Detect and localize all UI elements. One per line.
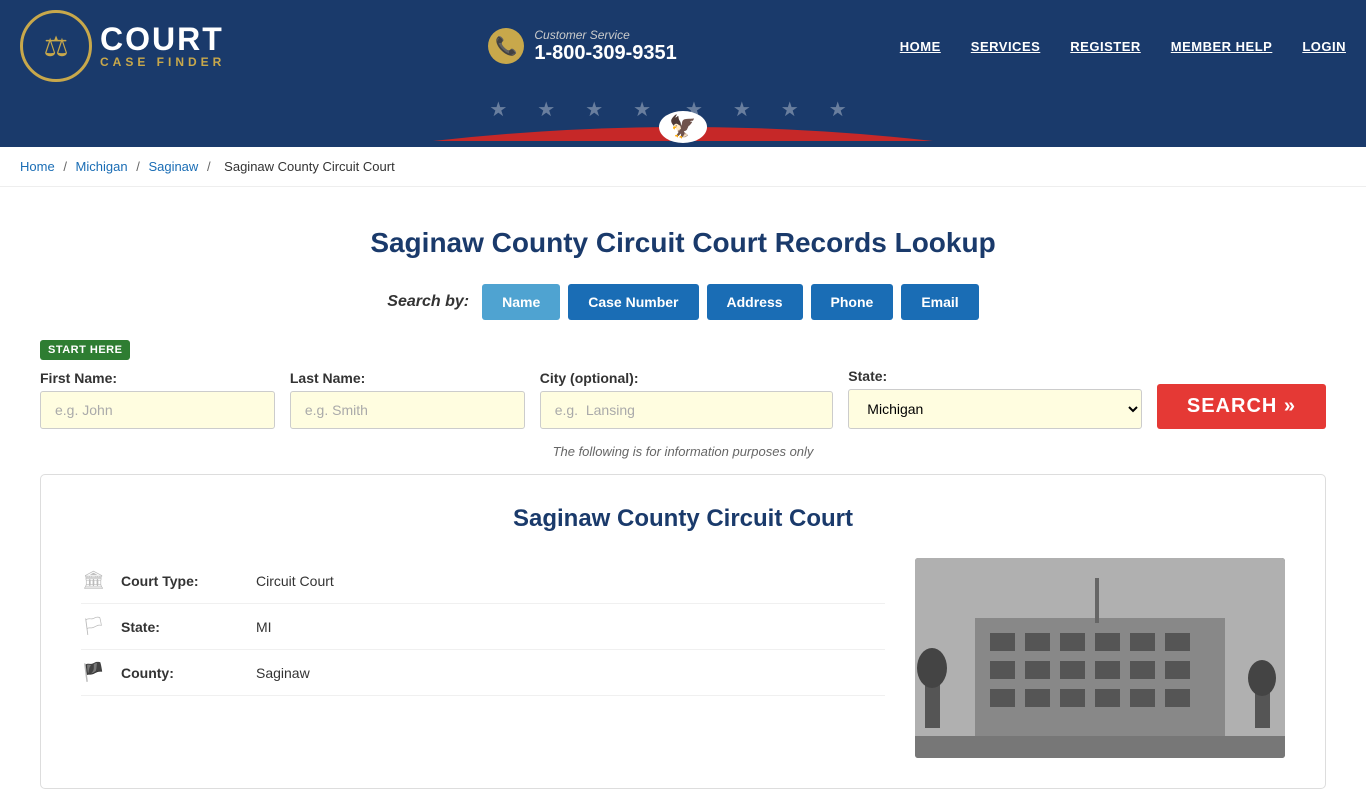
- tab-address[interactable]: Address: [707, 284, 803, 320]
- nav-member-help[interactable]: MEMBER HELP: [1171, 39, 1273, 54]
- city-group: City (optional):: [540, 370, 834, 429]
- main-nav: HOME SERVICES REGISTER MEMBER HELP LOGIN: [900, 39, 1346, 54]
- logo-subtitle-label: CASE FINDER: [100, 55, 225, 69]
- customer-service-text: Customer Service 1-800-309-9351: [534, 28, 676, 65]
- nav-login[interactable]: LOGIN: [1302, 39, 1346, 54]
- nav-register[interactable]: REGISTER: [1070, 39, 1140, 54]
- city-label: City (optional):: [540, 370, 834, 386]
- court-county-label: County:: [121, 665, 241, 681]
- court-county-value: Saginaw: [256, 665, 310, 681]
- breadcrumb: Home / Michigan / Saginaw / Saginaw Coun…: [0, 147, 1366, 187]
- eagle-icon: 🦅: [659, 111, 707, 143]
- tab-case-number[interactable]: Case Number: [568, 284, 698, 320]
- court-card: Saginaw County Circuit Court 🏛 Court Typ…: [40, 474, 1326, 789]
- tab-name[interactable]: Name: [482, 284, 560, 320]
- last-name-input[interactable]: [290, 391, 525, 429]
- first-name-input[interactable]: [40, 391, 275, 429]
- state-select[interactable]: Michigan Alabama Alaska Arizona Californ…: [848, 389, 1142, 429]
- customer-service-label: Customer Service: [534, 28, 676, 42]
- form-area: START HERE First Name: Last Name: City (…: [40, 340, 1326, 429]
- search-by-label: Search by:: [387, 293, 469, 311]
- court-details: 🏛 Court Type: Circuit Court 🏳 State: MI …: [81, 558, 885, 758]
- court-image-placeholder: [915, 558, 1285, 758]
- search-by-row: Search by: Name Case Number Address Phon…: [40, 284, 1326, 320]
- court-state-icon: 🏳: [81, 616, 106, 637]
- nav-services[interactable]: SERVICES: [971, 39, 1041, 54]
- tab-phone[interactable]: Phone: [811, 284, 894, 320]
- logo-court-label: COURT: [100, 23, 225, 55]
- breadcrumb-state[interactable]: Michigan: [76, 159, 128, 174]
- nav-home[interactable]: HOME: [900, 39, 941, 54]
- logo-area: COURT CASE FINDER: [20, 10, 225, 82]
- start-here-badge: START HERE: [40, 340, 130, 360]
- page-title: Saginaw County Circuit Court Records Loo…: [40, 227, 1326, 259]
- search-button[interactable]: SEARCH »: [1157, 384, 1326, 429]
- main-content: Saginaw County Circuit Court Records Loo…: [0, 187, 1366, 809]
- logo-text: COURT CASE FINDER: [100, 23, 225, 69]
- customer-service-phone: 1-800-309-9351: [534, 42, 676, 65]
- breadcrumb-home[interactable]: Home: [20, 159, 55, 174]
- court-detail-type: 🏛 Court Type: Circuit Court: [81, 558, 885, 604]
- state-label: State:: [848, 368, 1142, 384]
- phone-icon: 📞: [488, 28, 524, 64]
- last-name-label: Last Name:: [290, 370, 525, 386]
- court-type-value: Circuit Court: [256, 573, 334, 589]
- info-note: The following is for information purpose…: [40, 444, 1326, 459]
- logo-emblem: [20, 10, 92, 82]
- breadcrumb-sep-2: /: [136, 159, 143, 174]
- first-name-label: First Name:: [40, 370, 275, 386]
- court-detail-county: 🏴 County: Saginaw: [81, 650, 885, 696]
- court-state-label: State:: [121, 619, 241, 635]
- customer-service: 📞 Customer Service 1-800-309-9351: [488, 28, 676, 65]
- state-group: State: Michigan Alabama Alaska Arizona C…: [848, 368, 1142, 429]
- court-type-icon: 🏛: [81, 570, 106, 591]
- court-detail-state: 🏳 State: MI: [81, 604, 885, 650]
- court-type-label: Court Type:: [121, 573, 241, 589]
- form-row: First Name: Last Name: City (optional): …: [40, 368, 1326, 429]
- court-card-title: Saginaw County Circuit Court: [81, 505, 1285, 533]
- header: COURT CASE FINDER 📞 Customer Service 1-8…: [0, 0, 1366, 147]
- breadcrumb-sep-1: /: [63, 159, 70, 174]
- breadcrumb-current: Saginaw County Circuit Court: [224, 159, 395, 174]
- breadcrumb-county[interactable]: Saginaw: [148, 159, 198, 174]
- court-building-svg: [915, 558, 1285, 758]
- last-name-group: Last Name:: [290, 370, 525, 429]
- court-card-body: 🏛 Court Type: Circuit Court 🏳 State: MI …: [81, 558, 1285, 758]
- court-image: [915, 558, 1285, 758]
- city-input[interactable]: [540, 391, 834, 429]
- first-name-group: First Name:: [40, 370, 275, 429]
- tab-email[interactable]: Email: [901, 284, 978, 320]
- court-state-value: MI: [256, 619, 272, 635]
- breadcrumb-sep-3: /: [207, 159, 214, 174]
- court-county-icon: 🏴: [81, 662, 106, 683]
